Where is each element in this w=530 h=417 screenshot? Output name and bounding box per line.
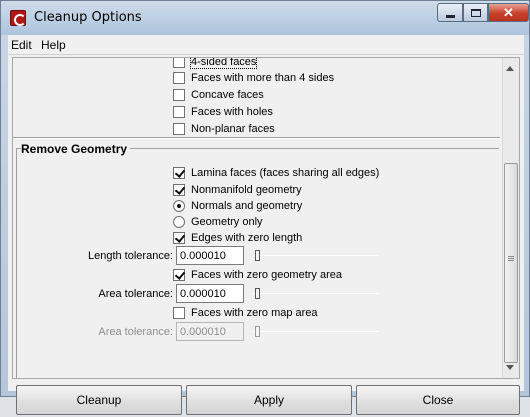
title-bar[interactable]: Cleanup Options ✕ [1,1,529,35]
radio-geometry-only-row[interactable]: Geometry only [173,215,263,229]
map-area-tolerance-field [176,322,244,341]
checkbox-lamina-faces[interactable] [173,167,185,179]
scroll-down-arrow-icon[interactable] [506,365,514,370]
checkbox-faces-zero-geometry-area[interactable] [173,269,185,281]
option-nonmanifold-geometry[interactable]: Nonmanifold geometry [173,183,302,197]
area-tolerance-slider-track[interactable] [253,293,379,294]
minimize-button[interactable] [437,3,463,22]
option-edges-zero-length[interactable]: Edges with zero length [173,231,302,245]
menu-help[interactable]: Help [41,38,66,52]
button-bar: Cleanup Apply Close [8,383,524,417]
label-4-sided-faces: 4-sided faces [189,57,258,69]
map-area-tolerance-label: Area tolerance: [98,326,173,338]
maximize-icon [470,8,481,17]
option-faces-zero-map-area[interactable]: Faces with zero map area [173,306,318,320]
length-tolerance-slider-thumb[interactable] [255,250,260,261]
close-window-button[interactable]: ✕ [488,3,529,22]
remove-geometry-title: Remove Geometry [21,142,131,156]
cleanup-button[interactable]: Cleanup [16,385,182,415]
option-faces-with-holes[interactable]: Faces with holes [173,105,273,119]
checkbox-nonmanifold-geometry[interactable] [173,184,185,196]
scroll-up-arrow-icon[interactable] [506,66,514,71]
checkbox-faces-zero-map-area[interactable] [173,307,185,319]
label-faces-zero-geometry-area: Faces with zero geometry area [191,269,343,281]
checkbox-non-planar-faces[interactable] [173,123,185,135]
label-geometry-only: Geometry only [191,216,263,228]
window-title: Cleanup Options [34,10,142,25]
radio-normals-and-geometry-row[interactable]: Normals and geometry [173,199,302,213]
label-faces-zero-map-area: Faces with zero map area [191,307,318,319]
apply-button[interactable]: Apply [186,385,352,415]
close-icon: ✕ [503,4,514,20]
maximize-button[interactable] [463,3,488,22]
checkbox-concave-faces[interactable] [173,89,185,101]
cleanup-options-window: Cleanup Options ✕ Edit Help 4-sided face… [0,0,530,415]
map-area-tolerance-slider-track [253,331,379,332]
label-nonmanifold-geometry: Nonmanifold geometry [191,184,302,196]
map-area-tolerance-slider-thumb [255,326,260,337]
label-non-planar-faces: Non-planar faces [191,123,275,135]
checkbox-4-sided-faces[interactable] [173,58,185,68]
label-faces-with-holes: Faces with holes [191,106,273,118]
label-faces-more-than-4-sides: Faces with more than 4 sides [191,72,335,84]
area-tolerance-field[interactable] [176,284,244,303]
menu-edit[interactable]: Edit [11,38,32,52]
label-normals-and-geometry: Normals and geometry [191,200,303,212]
scrollbar-thumb[interactable] [504,163,518,363]
app-icon [10,10,26,26]
checkbox-faces-more-than-4-sides[interactable] [173,72,185,84]
option-faces-zero-geometry-area[interactable]: Faces with zero geometry area [173,268,342,282]
radio-geometry-only[interactable] [173,216,185,228]
area-tolerance-label: Area tolerance: [98,288,173,300]
length-tolerance-field[interactable] [176,246,244,265]
option-lamina-faces[interactable]: Lamina faces (faces sharing all edges) [173,166,379,180]
option-non-planar-faces[interactable]: Non-planar faces [173,122,275,136]
option-faces-more-than-4-sides[interactable]: Faces with more than 4 sides [173,71,334,85]
area-tolerance-slider-thumb[interactable] [255,288,260,299]
close-button[interactable]: Close [356,385,520,415]
vertical-scrollbar[interactable] [502,58,519,378]
checkbox-edges-zero-length[interactable] [173,232,185,244]
checkbox-faces-with-holes[interactable] [173,106,185,118]
length-tolerance-slider-track[interactable] [253,255,379,256]
options-scroll-panel[interactable]: 4-sided faces Faces with more than 4 sid… [12,57,520,379]
scrollbar-grip-icon [508,256,514,261]
option-4-sided-faces[interactable]: 4-sided faces [173,57,258,69]
menu-bar: Edit Help [8,35,524,55]
length-tolerance-label: Length tolerance: [87,250,173,262]
client-area: 4-sided faces Faces with more than 4 sid… [8,55,524,415]
minimize-icon [445,14,455,18]
radio-normals-and-geometry[interactable] [173,200,185,212]
label-concave-faces: Concave faces [191,89,264,101]
label-edges-zero-length: Edges with zero length [191,232,303,244]
label-lamina-faces: Lamina faces (faces sharing all edges) [191,167,380,179]
option-concave-faces[interactable]: Concave faces [173,88,264,102]
